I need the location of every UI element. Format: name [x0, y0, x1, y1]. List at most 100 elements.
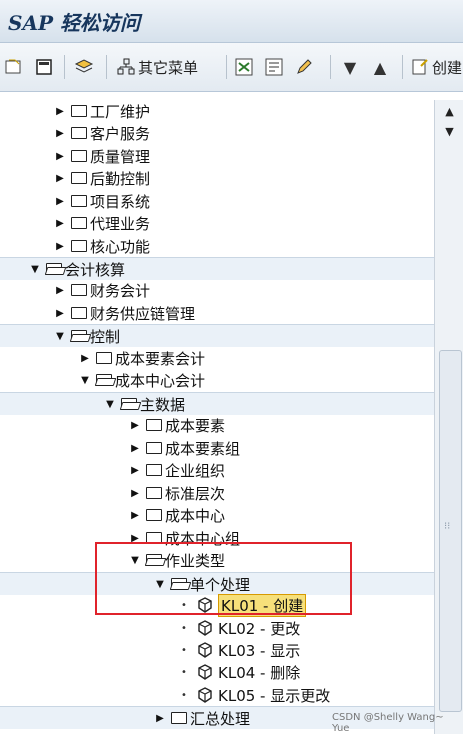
collapsed-arrow-icon[interactable]: ▶: [130, 510, 140, 521]
expanded-arrow-icon[interactable]: ▼: [155, 579, 165, 590]
tree-folder-row[interactable]: ▶ 成本要素组: [0, 437, 434, 459]
collapsed-arrow-icon[interactable]: ▶: [130, 533, 140, 544]
transaction-cube-icon: [198, 620, 212, 636]
tree-node[interactable]: ▼ 主数据: [105, 395, 185, 414]
tree-folder-row[interactable]: ▶ 成本中心组: [0, 527, 434, 549]
collapsed-arrow-icon[interactable]: ▶: [130, 488, 140, 499]
collapsed-arrow-icon[interactable]: ▶: [55, 151, 65, 162]
collapsed-arrow-icon[interactable]: ▶: [55, 196, 65, 207]
tree-folder-row[interactable]: ▶ 核心功能: [0, 235, 434, 257]
tree-folder-row[interactable]: ▶ 客户服务: [0, 122, 434, 144]
collapsed-arrow-icon[interactable]: ▶: [55, 173, 65, 184]
tree-node[interactable]: ▼ 控制: [55, 327, 120, 346]
tree-node[interactable]: ▶ 财务会计: [55, 281, 150, 300]
scroll-up-icon[interactable]: ▲: [435, 102, 463, 122]
tree-node[interactable]: ▶ 企业组织: [130, 461, 225, 480]
tree-folder-row[interactable]: ▶ 标准层次: [0, 482, 434, 504]
scroll-down-icon[interactable]: ▼: [435, 122, 463, 142]
tree-node[interactable]: ▶ 成本中心: [130, 506, 225, 525]
tree-folder-row[interactable]: ▶ 财务会计: [0, 279, 434, 301]
expanded-arrow-icon[interactable]: ▼: [30, 264, 40, 275]
tree-folder-row[interactable]: ▼ 单个处理: [0, 572, 434, 595]
create-label: 创建: [432, 58, 463, 77]
grip-icon: ⁝⁝: [444, 521, 451, 532]
collapsed-arrow-icon[interactable]: ▶: [155, 713, 165, 724]
tree-node[interactable]: ▶ 质量管理: [55, 147, 150, 166]
collapsed-arrow-icon[interactable]: ▶: [55, 285, 65, 296]
collapsed-arrow-icon[interactable]: ▶: [55, 218, 65, 229]
move-down-button[interactable]: ▼: [340, 55, 360, 79]
tree-node[interactable]: ▼ 单个处理: [155, 575, 250, 594]
tree-node[interactable]: ▶ 成本中心组: [130, 529, 240, 548]
tree-folder-row[interactable]: ▶ 后勤控制: [0, 167, 434, 189]
tree-transaction-row[interactable]: • KL05 - 显示更改: [0, 684, 434, 706]
edit-button[interactable]: [294, 55, 314, 79]
tree-node[interactable]: ▶ 成本要素: [130, 416, 226, 435]
tree-folder-row[interactable]: ▶ 财务供应链管理: [0, 302, 434, 324]
expanded-arrow-icon[interactable]: ▼: [105, 399, 115, 410]
collapsed-arrow-icon[interactable]: ▶: [130, 420, 140, 431]
bullet-icon: •: [181, 644, 187, 656]
sap-menu-button[interactable]: [234, 55, 254, 79]
tree-folder-row[interactable]: ▶ 成本要素会计: [0, 347, 434, 369]
tree-folder-row[interactable]: ▼ 作业类型: [0, 549, 434, 571]
bullet-icon: •: [181, 689, 187, 701]
tree-folder-row[interactable]: ▼ 会计核算: [0, 257, 434, 280]
tree-folder-row[interactable]: ▶ 代理业务: [0, 212, 434, 234]
tree-transaction-row[interactable]: • KL02 - 更改: [0, 617, 434, 639]
expanded-arrow-icon[interactable]: ▼: [130, 555, 140, 566]
tree-node[interactable]: ▶ 汇总处理: [155, 709, 250, 728]
tree-folder-row[interactable]: ▼ 成本中心会计: [0, 369, 434, 391]
tree-node[interactable]: ▶ 客户服务: [55, 124, 150, 143]
tree-node[interactable]: ▶ 后勤控制: [55, 169, 150, 188]
tree-node[interactable]: ▶ 成本要素会计: [80, 349, 205, 368]
expanded-arrow-icon[interactable]: ▼: [80, 375, 90, 386]
collapsed-arrow-icon[interactable]: ▶: [55, 308, 65, 319]
tree-node-label: 成本要素: [165, 416, 226, 435]
expanded-arrow-icon[interactable]: ▼: [55, 331, 65, 342]
create-button[interactable]: 创建: [410, 55, 462, 79]
tree-node[interactable]: ▶ 项目系统: [55, 192, 150, 211]
tree-transaction-row[interactable]: • KL03 - 显示: [0, 639, 434, 661]
collapsed-arrow-icon[interactable]: ▶: [55, 128, 65, 139]
tree-node[interactable]: ▶ 代理业务: [55, 214, 150, 233]
tree-node[interactable]: ▶ 标准层次: [130, 484, 225, 503]
tree-node[interactable]: ▼ 成本中心会计: [80, 371, 205, 390]
favorites-add-button[interactable]: [4, 55, 24, 79]
tree-folder-row[interactable]: ▶ 质量管理: [0, 145, 434, 167]
scrollbar-thumb[interactable]: ⁝⁝: [439, 350, 462, 712]
folder-move-button[interactable]: [74, 55, 94, 79]
tree-folder-row[interactable]: ▶ 工厂维护: [0, 100, 434, 122]
tree-folder-row[interactable]: ▶ 项目系统: [0, 190, 434, 212]
tree-node[interactable]: ▼ 会计核算: [30, 260, 125, 279]
tree-folder-row[interactable]: ▼ 主数据: [0, 392, 434, 415]
tree-node[interactable]: • KL01 - 创建: [180, 593, 307, 617]
tree-node[interactable]: ▶ 成本要素组: [130, 439, 240, 458]
tree-node[interactable]: • KL03 - 显示: [180, 641, 300, 660]
other-menu-button[interactable]: 其它菜单: [116, 55, 198, 79]
sap-menu-icon: [234, 57, 254, 77]
collapsed-arrow-icon[interactable]: ▶: [55, 241, 65, 252]
favorites-edit-button[interactable]: [34, 55, 54, 79]
tree-node[interactable]: ▼ 作业类型: [130, 551, 225, 570]
collapsed-arrow-icon[interactable]: ▶: [55, 106, 65, 117]
collapsed-arrow-icon[interactable]: ▶: [80, 353, 90, 364]
tree-node[interactable]: • KL05 - 显示更改: [180, 686, 330, 705]
folder-icon: [71, 150, 87, 162]
collapsed-arrow-icon[interactable]: ▶: [130, 465, 140, 476]
tree-transaction-row[interactable]: • KL04 - 删除: [0, 661, 434, 683]
tree-folder-row[interactable]: ▶ 成本中心: [0, 504, 434, 526]
move-up-button[interactable]: ▲: [370, 55, 390, 79]
tree-node[interactable]: • KL02 - 更改: [180, 619, 300, 638]
tree-folder-row[interactable]: ▶ 成本要素: [0, 414, 434, 436]
tree-folder-row[interactable]: ▼ 控制: [0, 324, 434, 347]
tree-node[interactable]: ▶ 核心功能: [55, 237, 150, 256]
tree-node[interactable]: ▶ 工厂维护: [55, 102, 150, 121]
tree-node[interactable]: ▶ 财务供应链管理: [55, 304, 195, 323]
collapsed-arrow-icon[interactable]: ▶: [130, 443, 140, 454]
tree-node[interactable]: • KL04 - 删除: [180, 663, 300, 682]
tcode-button[interactable]: [264, 55, 284, 79]
vertical-scrollbar[interactable]: ▲ ▼ ⁝⁝: [434, 100, 463, 734]
tree-transaction-row[interactable]: • KL01 - 创建: [0, 593, 434, 617]
tree-folder-row[interactable]: ▶ 企业组织: [0, 459, 434, 481]
